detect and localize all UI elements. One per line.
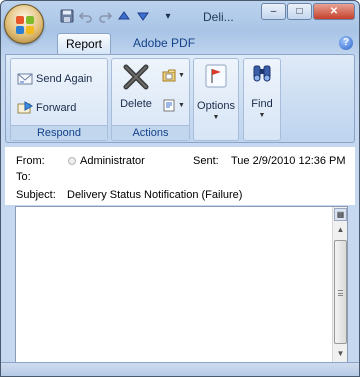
from-field[interactable]: Administrator bbox=[68, 153, 145, 169]
delete-button[interactable]: Delete bbox=[116, 63, 156, 110]
subject-label: Subject: bbox=[16, 189, 56, 201]
scroll-down-icon[interactable]: ▼ bbox=[334, 347, 347, 360]
window-controls: – □ ✕ bbox=[261, 3, 355, 20]
sent-label: Sent: bbox=[193, 155, 219, 167]
from-label: From: bbox=[16, 155, 45, 167]
send-again-button[interactable]: Send Again bbox=[17, 70, 92, 88]
message-body[interactable]: ▦ ▲ ▼ bbox=[15, 206, 348, 363]
move-dropdown-icon: ▼ bbox=[178, 72, 185, 79]
from-value: Administrator bbox=[80, 155, 145, 167]
find-dropdown-icon: ▼ bbox=[258, 112, 266, 119]
binoculars-icon bbox=[253, 65, 271, 82]
customize-qat-icon[interactable]: ▾ bbox=[160, 9, 176, 25]
tab-adobe-pdf[interactable]: Adobe PDF bbox=[125, 33, 203, 54]
actions-group-label: Actions bbox=[112, 125, 189, 140]
find-button[interactable]: Find ▼ bbox=[243, 58, 281, 141]
move-folder-icon bbox=[162, 69, 176, 82]
ribbon: Send Again Forward Respond Delete ▼ ▼ Ac… bbox=[5, 54, 355, 143]
close-button[interactable]: ✕ bbox=[313, 3, 355, 20]
options-button[interactable]: Options ▼ bbox=[193, 58, 239, 141]
options-dropdown-icon: ▼ bbox=[212, 114, 220, 121]
ribbon-tabs: Report Adobe PDF ? bbox=[1, 33, 359, 54]
delete-icon bbox=[123, 64, 149, 90]
message-window: ▾ Deli... – □ ✕ Report Adobe PDF ? Send … bbox=[0, 0, 360, 377]
save-icon[interactable] bbox=[59, 9, 75, 25]
forward-label: Forward bbox=[36, 102, 77, 114]
tab-report[interactable]: Report bbox=[57, 33, 112, 54]
delete-label: Delete bbox=[120, 98, 152, 110]
other-actions-button[interactable]: ▼ bbox=[162, 99, 185, 112]
quick-access-toolbar: ▾ bbox=[59, 9, 176, 25]
scroll-thumb[interactable] bbox=[334, 240, 347, 344]
options-label: Options bbox=[197, 100, 235, 112]
send-again-label: Send Again bbox=[36, 73, 93, 85]
subject-value: Delivery Status Notification (Failure) bbox=[67, 189, 243, 201]
title-bar: ▾ Deli... – □ ✕ bbox=[1, 1, 359, 44]
maximize-button[interactable]: □ bbox=[287, 3, 312, 20]
respond-group: Send Again Forward Respond bbox=[10, 58, 108, 141]
down-arrow-icon[interactable] bbox=[135, 9, 151, 25]
actions-group: Delete ▼ ▼ Actions bbox=[111, 58, 190, 141]
up-arrow-icon[interactable] bbox=[116, 9, 132, 25]
scroll-up-icon[interactable]: ▲ bbox=[334, 223, 347, 236]
forward-icon bbox=[17, 101, 33, 114]
respond-group-label: Respond bbox=[11, 125, 107, 140]
flag-icon bbox=[205, 64, 227, 88]
sent-value: Tue 2/9/2010 12:36 PM bbox=[231, 155, 346, 167]
window-title: Deli... bbox=[203, 10, 234, 24]
redo-icon[interactable] bbox=[97, 9, 113, 25]
to-label: To: bbox=[16, 171, 31, 183]
send-again-icon bbox=[17, 73, 33, 85]
vertical-scrollbar[interactable]: ▦ ▲ ▼ bbox=[332, 207, 347, 362]
find-label: Find bbox=[251, 98, 273, 110]
move-to-folder-button[interactable]: ▼ bbox=[162, 69, 185, 82]
presence-icon bbox=[68, 157, 76, 165]
forward-button[interactable]: Forward bbox=[17, 99, 76, 117]
other-actions-icon bbox=[163, 99, 175, 112]
office-button[interactable] bbox=[4, 4, 44, 44]
status-bar bbox=[1, 362, 359, 376]
thumb-grip-icon bbox=[338, 290, 343, 296]
other-actions-dropdown-icon: ▼ bbox=[178, 102, 185, 109]
message-header: From: Administrator Sent: Tue 2/9/2010 1… bbox=[5, 147, 355, 205]
undo-icon[interactable] bbox=[78, 9, 94, 25]
split-view-icon[interactable]: ▦ bbox=[334, 208, 347, 221]
help-icon[interactable]: ? bbox=[339, 36, 353, 50]
minimize-button[interactable]: – bbox=[261, 3, 286, 20]
office-logo-icon bbox=[16, 16, 34, 34]
